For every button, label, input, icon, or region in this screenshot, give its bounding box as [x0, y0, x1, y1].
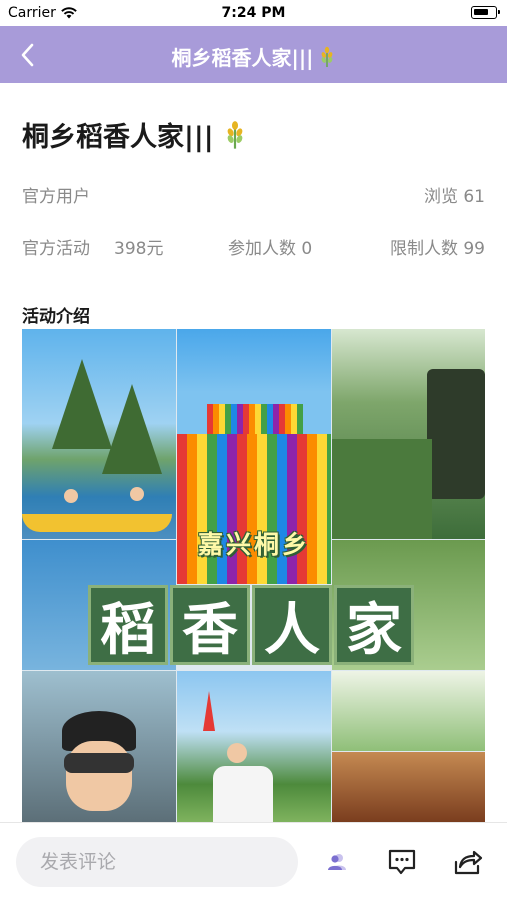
poster-tile-paintball [22, 671, 176, 822]
poster-tile-kart [177, 671, 331, 822]
flag-shape [203, 691, 215, 731]
battery-icon [471, 6, 500, 19]
hedge-shape [332, 439, 432, 539]
person-shape [227, 743, 247, 763]
wheat-icon [322, 46, 333, 67]
share-button[interactable] [451, 845, 485, 879]
participants-limit: 限制人数 99 [389, 239, 485, 259]
person-shape [64, 489, 78, 503]
person-shape [66, 741, 132, 811]
poster-tile-playground [332, 671, 485, 751]
bottom-action-bar [0, 822, 507, 900]
poster-title-char: 家 [334, 585, 414, 665]
person-shape [130, 487, 144, 501]
tree-shape [102, 384, 162, 474]
participants-count: 参加人数 0 [228, 239, 313, 259]
activity-title-row: 桐乡稻香人家||| [22, 115, 246, 154]
status-bar: Carrier 7:24 PM [0, 0, 507, 26]
poster-tile-bbq [332, 752, 485, 822]
views-count: 浏览 61 [423, 187, 485, 207]
nav-title: 桐乡稻香人家||| [0, 42, 507, 71]
nav-title-text: 桐乡稻香人家||| [171, 46, 314, 70]
users-icon [328, 854, 346, 870]
status-time: 7:24 PM [221, 5, 286, 21]
comment-icon [388, 849, 416, 875]
wheat-icon [227, 120, 242, 149]
poster-title-char: 稻 [88, 585, 168, 665]
poster-title-char: 人 [252, 585, 332, 665]
section-title-intro: 活动介绍 [22, 307, 90, 327]
vehicle-shape [427, 369, 485, 499]
poster-subtitle: 嘉兴桐乡 [197, 530, 310, 559]
nav-bar: 桐乡稻香人家||| [0, 26, 507, 83]
activity-poster-image[interactable]: 嘉兴桐乡 稻 香 人 家 [22, 329, 485, 822]
rainbow-slide [177, 434, 331, 584]
activity-price: 398元 [114, 239, 164, 259]
goggles-shape [64, 753, 134, 773]
activity-type: 官方活动 [22, 239, 90, 259]
participants-button[interactable] [320, 845, 354, 879]
kayak-shape [22, 514, 172, 532]
comment-input[interactable] [16, 837, 298, 887]
poster-tile-kayak [22, 329, 176, 539]
share-icon [454, 850, 483, 875]
poster-title: 稻 香 人 家 [88, 585, 414, 665]
poster-tile-vehicle [332, 329, 485, 539]
person-body-shape [213, 766, 273, 822]
page-title: 桐乡稻香人家||| [22, 122, 214, 153]
organizer-label: 官方用户 [22, 187, 90, 207]
poster-title-char: 香 [170, 585, 250, 665]
comment-button[interactable] [385, 845, 419, 879]
